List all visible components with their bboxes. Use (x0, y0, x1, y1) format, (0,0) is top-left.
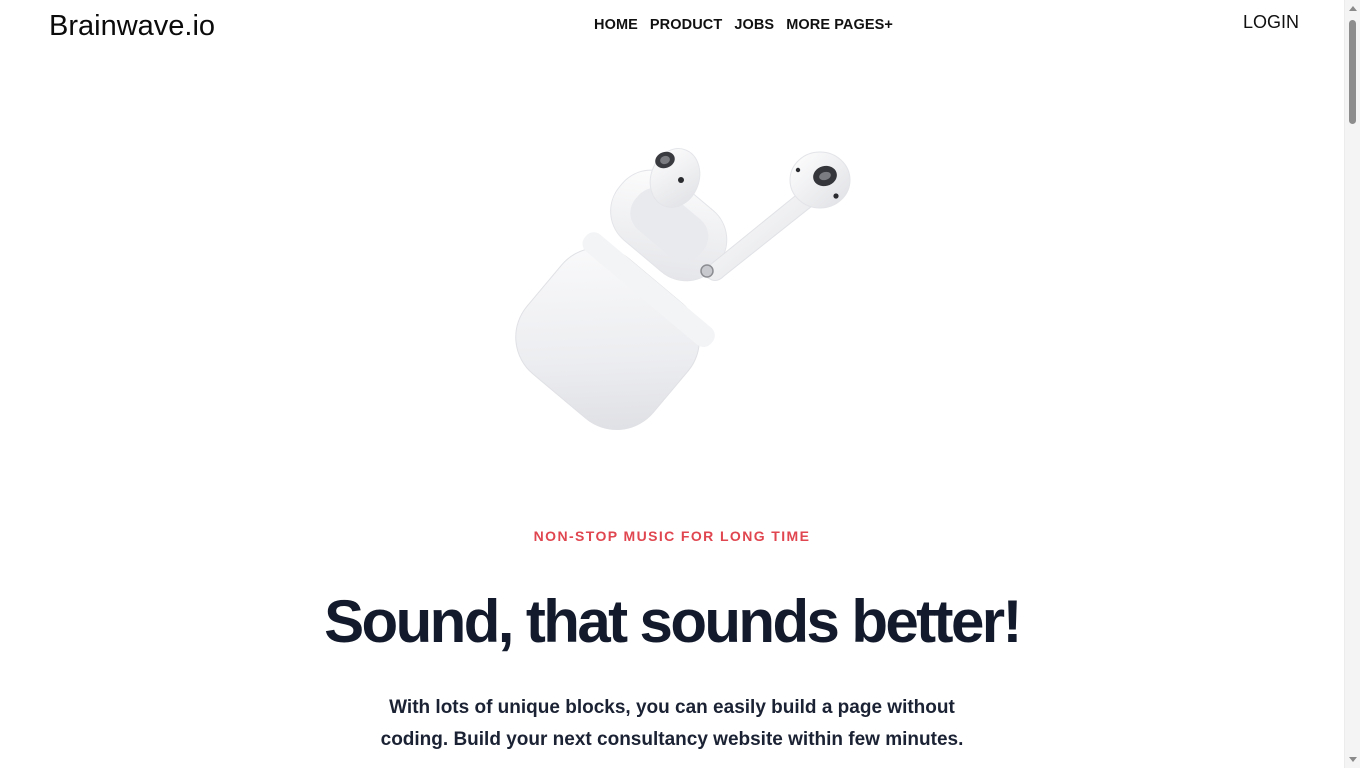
site-header: Brainwave.io HOME PRODUCT JOBS MORE PAGE… (0, 0, 1344, 56)
scroll-up-icon[interactable] (1349, 6, 1357, 11)
scrollbar-thumb[interactable] (1349, 20, 1356, 124)
scroll-down-icon[interactable] (1349, 757, 1357, 762)
nav-item-product[interactable]: PRODUCT (650, 17, 722, 33)
page-scrollbar[interactable] (1344, 0, 1360, 768)
nav-item-jobs[interactable]: JOBS (734, 17, 774, 33)
hero-headline: Sound, that sounds better! (324, 588, 1022, 655)
main-nav: HOME PRODUCT JOBS MORE PAGES+ (594, 17, 893, 33)
airpods-image (480, 130, 870, 460)
brand-logo-link[interactable]: Brainwave.io (49, 10, 215, 43)
hero-subtext: With lots of unique blocks, you can easi… (380, 697, 964, 750)
nav-item-more-pages[interactable]: MORE PAGES+ (786, 17, 893, 33)
hero-kicker: NON-STOP MUSIC FOR LONG TIME (533, 528, 811, 544)
landing-page: Brainwave.io HOME PRODUCT JOBS MORE PAGE… (0, 0, 1360, 768)
login-button[interactable]: LOGIN (1243, 12, 1299, 33)
nav-item-home[interactable]: HOME (594, 17, 638, 33)
